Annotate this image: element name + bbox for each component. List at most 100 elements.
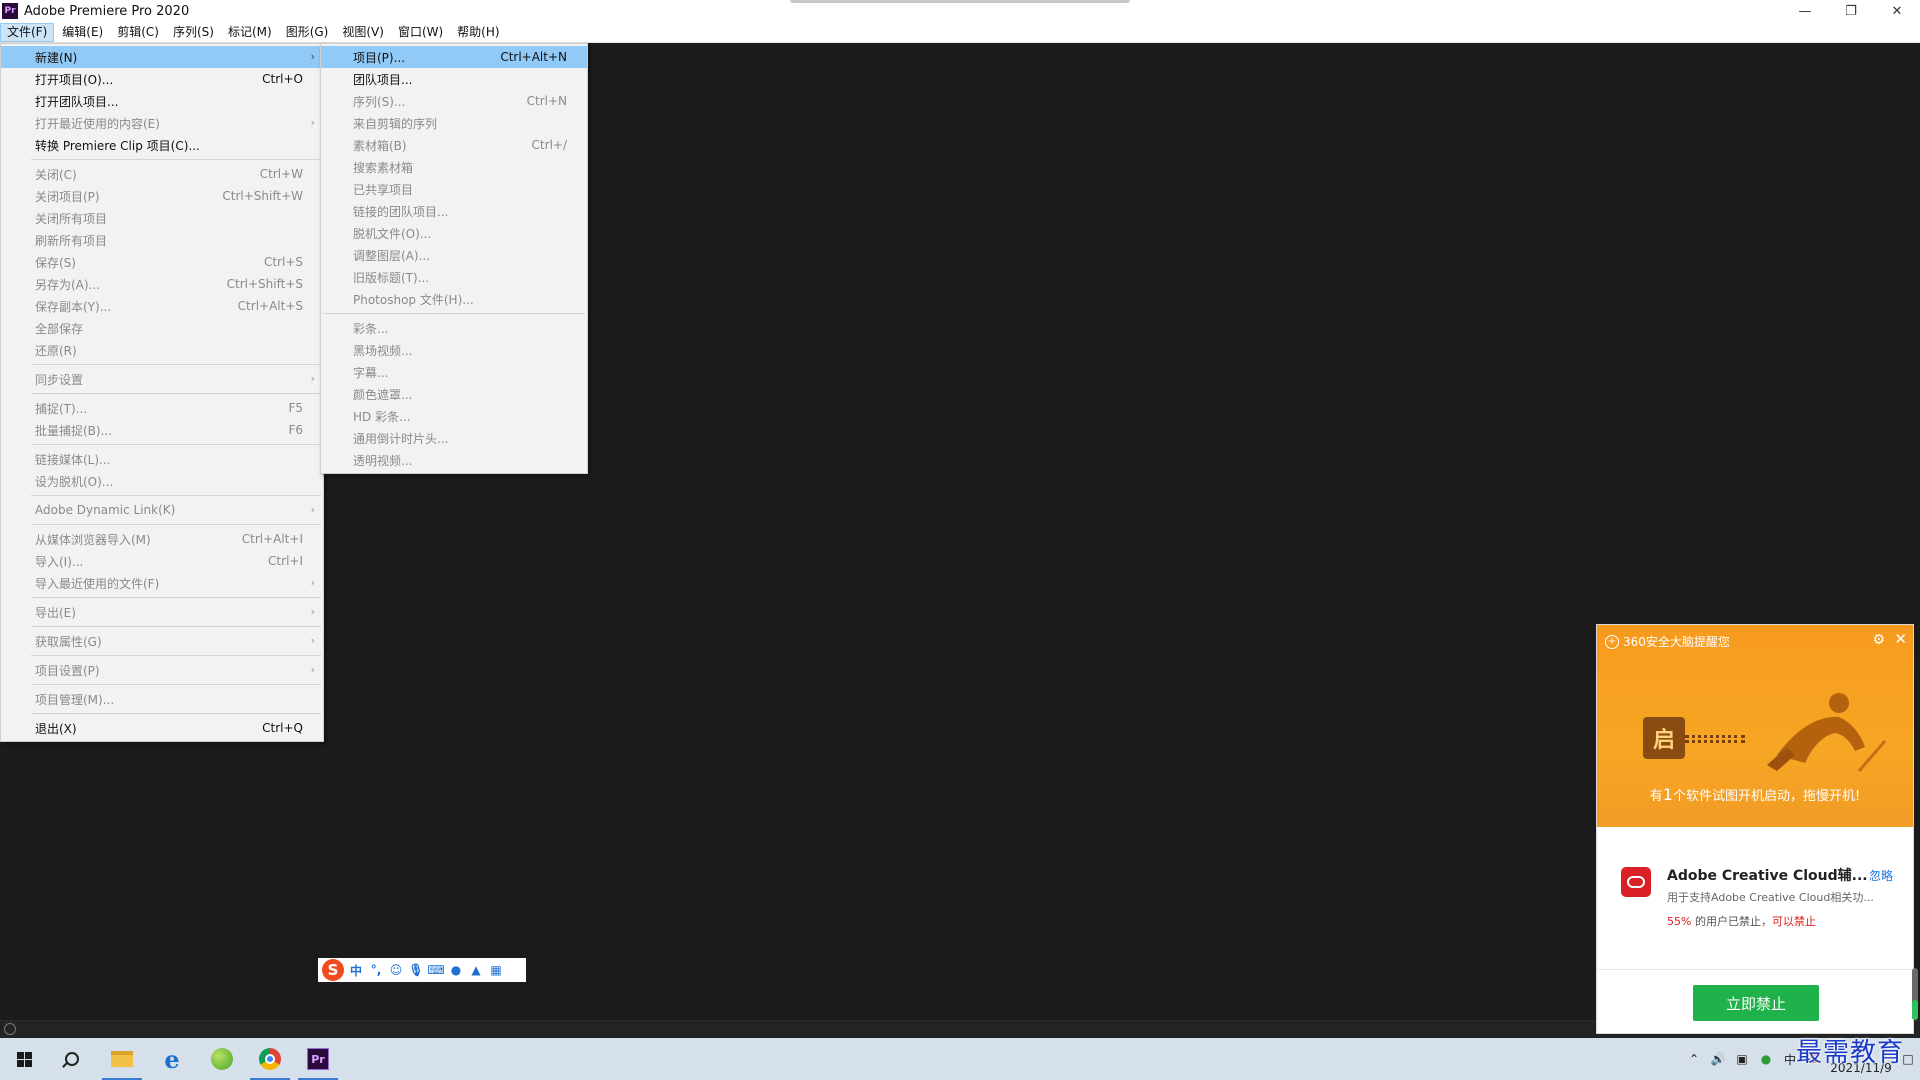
menu-item[interactable]: 已共享项目: [321, 178, 587, 200]
menu-item[interactable]: 项目(P)... Ctrl+Alt+N: [321, 46, 587, 68]
menu-edit[interactable]: 编辑(E): [56, 23, 109, 42]
network-icon[interactable]: ▣: [1730, 1038, 1754, 1080]
menu-item[interactable]: 打开项目(O)... Ctrl+O: [1, 68, 323, 90]
search-icon[interactable]: [48, 1038, 96, 1080]
menu-item[interactable]: 全部保存: [1, 317, 323, 339]
menu-view[interactable]: 视图(V): [336, 23, 390, 42]
edge-icon[interactable]: e: [148, 1038, 196, 1080]
menu-item[interactable]: 打开团队项目...: [1, 90, 323, 112]
menu-item[interactable]: 搜索素材箱: [321, 156, 587, 178]
menu-item[interactable]: 来自剪辑的序列: [321, 112, 587, 134]
menu-sequence[interactable]: 序列(S): [167, 23, 220, 42]
skin-icon[interactable]: ▲: [468, 962, 484, 978]
menu-item[interactable]: 通用倒计时片头...: [321, 427, 587, 449]
punctuation-icon[interactable]: °,: [368, 962, 384, 978]
menu-item[interactable]: 项目管理(M)...: [1, 688, 323, 710]
menu-item-label: Photoshop 文件(H)...: [353, 292, 474, 307]
close-icon[interactable]: ✕: [1874, 0, 1920, 22]
menu-item[interactable]: 关闭项目(P) Ctrl+Shift+W: [1, 185, 323, 207]
menu-item[interactable]: 调整图层(A)...: [321, 244, 587, 266]
menu-item[interactable]: Adobe Dynamic Link(K) ›: [1, 499, 323, 521]
ban-now-button[interactable]: 立即禁止: [1693, 985, 1819, 1021]
menu-item[interactable]: HD 彩条...: [321, 405, 587, 427]
menu-separator: [31, 444, 321, 445]
menu-markers[interactable]: 标记(M): [222, 23, 278, 42]
menu-item[interactable]: 黑场视频...: [321, 339, 587, 361]
menu-item[interactable]: 获取属性(G) ›: [1, 630, 323, 652]
menu-item[interactable]: 脱机文件(O)...: [321, 222, 587, 244]
menu-item[interactable]: 链接媒体(L)...: [1, 448, 323, 470]
menu-item[interactable]: 关闭所有项目: [1, 207, 323, 229]
chevron-right-icon: ›: [310, 634, 315, 647]
menu-item-shortcut: Ctrl+O: [262, 72, 303, 86]
minimize-icon[interactable]: —: [1782, 0, 1828, 22]
menu-item-label: 黑场视频...: [353, 343, 413, 358]
menu-item[interactable]: 打开最近使用的内容(E) ›: [1, 112, 323, 134]
menu-item[interactable]: 序列(S)... Ctrl+N: [321, 90, 587, 112]
menu-item[interactable]: 同步设置 ›: [1, 368, 323, 390]
volume-icon[interactable]: 🔊: [1706, 1038, 1730, 1080]
menu-item[interactable]: 还原(R): [1, 339, 323, 361]
microphone-icon[interactable]: 🎙: [408, 962, 424, 978]
menu-item[interactable]: 素材箱(B) Ctrl+/: [321, 134, 587, 156]
menu-item[interactable]: 刷新所有项目: [1, 229, 323, 251]
chevron-up-icon[interactable]: ⌃: [1682, 1038, 1706, 1080]
ime-mode-toggle[interactable]: 中: [348, 962, 364, 978]
menu-item[interactable]: 字幕...: [321, 361, 587, 383]
premiere-icon[interactable]: Pr: [294, 1038, 342, 1080]
menu-item[interactable]: 捕捉(T)... F5: [1, 397, 323, 419]
menu-window[interactable]: 窗口(W): [392, 23, 449, 42]
headline-count: 1: [1662, 785, 1673, 804]
gear-icon[interactable]: ⚙: [1872, 632, 1885, 648]
menu-item[interactable]: 设为脱机(O)...: [1, 470, 323, 492]
menu-item[interactable]: 从媒体浏览器导入(M) Ctrl+Alt+I: [1, 528, 323, 550]
menu-item[interactable]: 链接的团队项目...: [321, 200, 587, 222]
close-icon[interactable]: ✕: [1894, 630, 1907, 648]
toolbox-icon[interactable]: ▦: [488, 962, 504, 978]
menu-item[interactable]: 导出(E) ›: [1, 601, 323, 623]
user-icon[interactable]: ●: [448, 962, 464, 978]
menu-clip[interactable]: 剪辑(C): [111, 23, 165, 42]
popup-hero: + 360安全大脑提醒您 ⚙ ✕ 启 有1个软件试图开机启动，拖慢开机!: [1597, 625, 1913, 827]
menu-item[interactable]: 团队项目...: [321, 68, 587, 90]
ignore-link[interactable]: 忽略: [1869, 867, 1893, 884]
menu-item[interactable]: 另存为(A)... Ctrl+Shift+S: [1, 273, 323, 295]
menu-item[interactable]: 退出(X) Ctrl+Q: [1, 717, 323, 739]
premiere-app-icon: Pr: [2, 3, 18, 19]
menu-item[interactable]: 批量捕捉(B)... F6: [1, 419, 323, 441]
chevron-right-icon: ›: [310, 372, 315, 385]
menu-item[interactable]: 项目设置(P) ›: [1, 659, 323, 681]
chrome-icon[interactable]: [246, 1038, 294, 1080]
security-icon[interactable]: ●: [1754, 1038, 1778, 1080]
menu-item[interactable]: 转换 Premiere Clip 项目(C)...: [1, 134, 323, 156]
menu-item[interactable]: 透明视频...: [321, 449, 587, 471]
menu-help[interactable]: 帮助(H): [451, 23, 505, 42]
menu-item[interactable]: 保存(S) Ctrl+S: [1, 251, 323, 273]
green-app-icon[interactable]: [198, 1038, 246, 1080]
menu-item[interactable]: 彩条...: [321, 317, 587, 339]
file-explorer-icon[interactable]: [98, 1038, 146, 1080]
menu-separator: [31, 597, 321, 598]
menu-item[interactable]: 新建(N) ›: [1, 46, 323, 68]
menu-item[interactable]: Photoshop 文件(H)...: [321, 288, 587, 310]
window-controls: — ❐ ✕: [1782, 0, 1920, 22]
menu-item[interactable]: 保存副本(Y)... Ctrl+Alt+S: [1, 295, 323, 317]
menu-graphics[interactable]: 图形(G): [280, 23, 335, 42]
menu-item-label: 项目管理(M)...: [35, 692, 115, 707]
keyboard-icon[interactable]: ⌨: [427, 962, 444, 978]
menu-item[interactable]: 颜色遮罩...: [321, 383, 587, 405]
menu-file[interactable]: 文件(F): [0, 22, 55, 42]
menu-item[interactable]: 关闭(C) Ctrl+W: [1, 163, 323, 185]
menu-item[interactable]: 导入最近使用的文件(F) ›: [1, 572, 323, 594]
menu-item[interactable]: 导入(I)... Ctrl+I: [1, 550, 323, 572]
menu-item-shortcut: Ctrl+I: [268, 554, 303, 568]
menu-item-shortcut: Ctrl+W: [259, 167, 303, 181]
emoji-icon[interactable]: ☺: [388, 962, 404, 978]
watermark-text: 最需教育: [1796, 1038, 1905, 1068]
menu-item[interactable]: 旧版标题(T)...: [321, 266, 587, 288]
maximize-icon[interactable]: ❐: [1828, 0, 1874, 22]
menu-item-label: 另存为(A)...: [35, 277, 101, 292]
status-icon[interactable]: [4, 1023, 16, 1035]
start-icon[interactable]: [0, 1038, 48, 1080]
sogou-logo-icon[interactable]: S: [322, 959, 344, 981]
